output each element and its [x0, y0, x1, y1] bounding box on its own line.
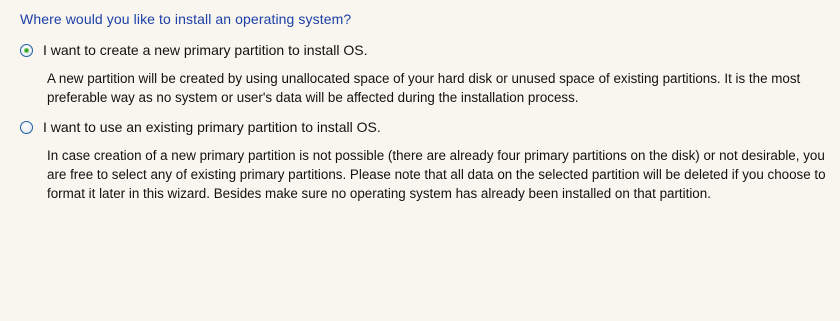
install-location-panel: Where would you like to install an opera… — [0, 0, 840, 321]
new-partition-description: A new partition will be created by using… — [47, 71, 801, 105]
new-partition-radio-button[interactable] — [20, 43, 33, 57]
existing-partition-radio-row[interactable]: I want to use an existing primary partit… — [20, 117, 826, 137]
question-heading: Where would you like to install an opera… — [20, 11, 352, 27]
option-new-partition: I want to create a new primary partition… — [20, 40, 826, 107]
new-partition-label[interactable]: I want to create a new primary partition… — [43, 41, 367, 59]
option-existing-partition: I want to use an existing primary partit… — [20, 117, 826, 203]
new-partition-radio-row[interactable]: I want to create a new primary partition… — [20, 40, 826, 60]
existing-partition-description: In case creation of a new primary partit… — [47, 148, 826, 201]
existing-partition-label[interactable]: I want to use an existing primary partit… — [43, 118, 381, 136]
existing-partition-radio-button[interactable] — [20, 120, 33, 134]
